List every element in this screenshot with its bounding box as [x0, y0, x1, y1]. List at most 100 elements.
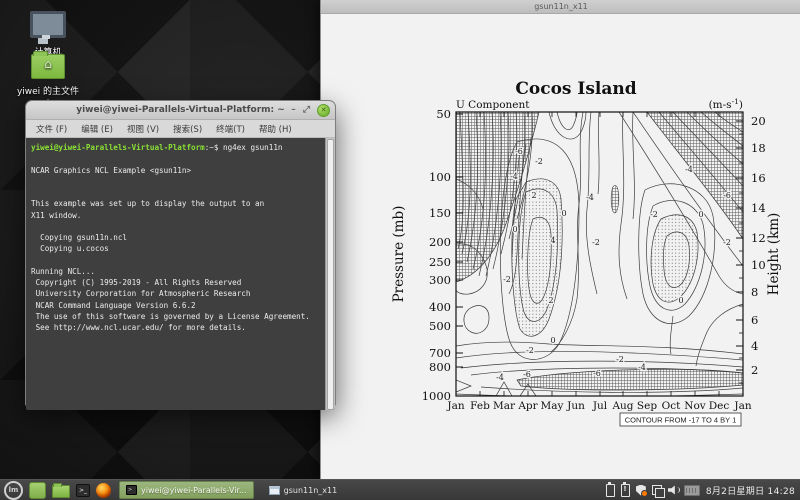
terminal-output[interactable]: yiwei@yiwei-Parallels-Virtual-Platform:~… [26, 138, 335, 410]
maximize-button[interactable]: ⤢ [303, 105, 310, 115]
svg-text:Mar: Mar [493, 400, 516, 412]
terminal-titlebar[interactable]: yiwei@yiwei-Parallels-Virtual-Platform: … [26, 101, 335, 120]
svg-text:Apr: Apr [517, 400, 538, 412]
svg-text:-4: -4 [586, 193, 594, 202]
terminal-line: X11 window. [31, 210, 321, 221]
svg-text:0: 0 [561, 209, 566, 218]
svg-text:0: 0 [678, 296, 683, 305]
close-button[interactable]: ✕ [317, 104, 330, 117]
system-tray: 8月2日星期日 14:28 [606, 484, 800, 497]
svg-text:400: 400 [429, 300, 451, 314]
clock[interactable]: 8月2日星期日 14:28 [706, 484, 795, 497]
window-task-icon [269, 486, 280, 495]
desktop: 计算机 yiwei 的主文件夹 gsun11n_x11 Cocos Island… [0, 0, 800, 500]
svg-text:-6: -6 [515, 147, 523, 156]
terminal-line: Copyright (C) 1995-2019 - All Rights Res… [31, 277, 321, 288]
terminal-line [31, 187, 321, 198]
contour-field [456, 112, 743, 397]
terminal-line [31, 153, 321, 164]
mint-menu-icon[interactable]: lm [4, 481, 23, 500]
svg-text:18: 18 [751, 141, 766, 155]
menu-edit[interactable]: 编辑 (E) [81, 123, 113, 135]
terminal-scrollbar[interactable] [325, 138, 335, 410]
update-badge [641, 490, 648, 497]
svg-text:100: 100 [429, 170, 451, 184]
scrollbar-thumb[interactable] [327, 139, 334, 410]
workspace-icon[interactable] [652, 485, 662, 495]
menu-file[interactable]: 文件 (F) [36, 123, 67, 135]
svg-text:May: May [541, 400, 564, 412]
taskbar: lm >_ > yiwei@yiwei-Parallels-Vir... gsu… [0, 479, 800, 500]
task-label: yiwei@yiwei-Parallels-Vir... [141, 486, 247, 495]
x11-window-title: gsun11n_x11 [534, 2, 588, 11]
svg-text:2: 2 [531, 191, 536, 200]
contour-plot: Cocos Island U Component (m-s-1) Pressur… [321, 14, 800, 480]
svg-text:-2: -2 [650, 210, 658, 219]
menu-terminal[interactable]: 终端(T) [216, 123, 245, 135]
battery-warning-icon[interactable] [621, 484, 630, 497]
volume-icon[interactable] [668, 485, 678, 495]
svg-text:4: 4 [751, 339, 758, 353]
keyboard-layout-icon[interactable] [684, 485, 700, 496]
desktop-icon-computer[interactable]: 计算机 [14, 11, 82, 58]
menu-search[interactable]: 搜索(S) [173, 123, 202, 135]
svg-text:800: 800 [429, 360, 451, 374]
svg-text:0: 0 [698, 210, 703, 219]
terminal-line [31, 176, 321, 187]
svg-text:2: 2 [751, 363, 758, 377]
firefox-icon[interactable] [96, 483, 111, 498]
svg-text:-6: -6 [523, 370, 531, 379]
terminal-line: NCAR Graphics NCL Example <gsun11n> [31, 165, 321, 176]
svg-text:Feb: Feb [470, 400, 490, 412]
terminal-launcher-icon[interactable]: >_ [76, 484, 90, 497]
chart-units: (m-s-1) [709, 97, 743, 111]
terminal-line [31, 255, 321, 266]
menu-help[interactable]: 帮助 (H) [259, 123, 292, 135]
contour-range-label: CONTOUR FROM -17 TO 4 BY 1 [625, 416, 737, 425]
svg-text:2: 2 [548, 296, 553, 305]
svg-text:4: 4 [550, 236, 555, 245]
svg-text:-2: -2 [592, 238, 600, 247]
prompt-line: yiwei@yiwei-Parallels-Virtual-Platform:~… [31, 142, 321, 153]
svg-text:-2: -2 [526, 346, 534, 355]
update-manager-icon[interactable] [636, 485, 646, 496]
svg-text:Jan: Jan [446, 400, 464, 412]
show-desktop-icon[interactable] [29, 482, 46, 499]
svg-text:Jun: Jun [566, 400, 585, 412]
svg-text:50: 50 [436, 107, 451, 121]
svg-text:700: 700 [429, 346, 451, 360]
chart-title: Cocos Island [515, 79, 636, 99]
svg-text:Nov: Nov [684, 400, 706, 412]
svg-text:Dec: Dec [709, 400, 730, 412]
terminal-line: See http://www.ncl.ucar.edu/ for more de… [31, 322, 321, 333]
task-button-terminal[interactable]: > yiwei@yiwei-Parallels-Vir... [119, 481, 254, 499]
svg-text:-4: -4 [638, 363, 646, 372]
svg-text:12: 12 [751, 231, 766, 245]
svg-text:Sep: Sep [637, 400, 657, 412]
svg-text:0: 0 [512, 225, 517, 234]
x11-window-titlebar[interactable]: gsun11n_x11 [321, 0, 800, 14]
x11-plot-window: gsun11n_x11 Cocos Island U Component (m-… [320, 0, 800, 480]
file-manager-icon[interactable] [52, 485, 70, 498]
height-axis-labels: 20 18 16 14 12 10 8 6 4 2 [751, 114, 766, 377]
height-axis-title: Height (km) [766, 213, 782, 296]
minimize-button[interactable]: – [291, 105, 296, 115]
battery-icon[interactable] [606, 484, 615, 497]
svg-text:-2: -2 [616, 355, 624, 364]
svg-text:Jul: Jul [592, 400, 608, 412]
svg-text:-2: -2 [503, 275, 511, 284]
svg-text:-6: -6 [593, 369, 601, 378]
svg-text:8: 8 [751, 285, 758, 299]
terminal-line: Copying gsun11n.ncl [31, 232, 321, 243]
home-folder-icon [31, 54, 65, 79]
menu-view[interactable]: 视图 (V) [127, 123, 159, 135]
pressure-axis-title: Pressure (mb) [391, 206, 407, 303]
task-button-gsun11n[interactable]: gsun11n_x11 [262, 481, 345, 499]
svg-text:16: 16 [751, 171, 766, 185]
chart-left-header: U Component [456, 99, 530, 111]
svg-text:0: 0 [550, 336, 555, 345]
svg-text:-2: -2 [535, 157, 543, 166]
svg-text:300: 300 [429, 273, 451, 287]
speaker-wave [674, 487, 680, 493]
terminal-title: yiwei@yiwei-Parallels-Virtual-Platform: … [76, 105, 285, 115]
